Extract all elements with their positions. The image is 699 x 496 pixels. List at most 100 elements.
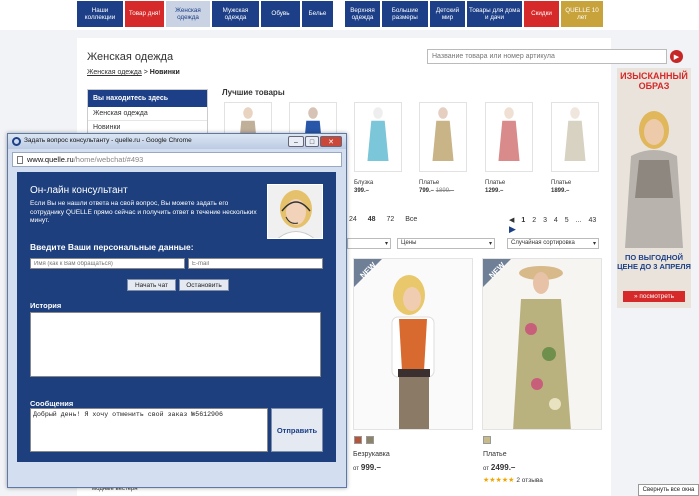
best-product-thumb[interactable]: [419, 102, 467, 172]
breadcrumb-link-women[interactable]: Женская одежда: [87, 69, 142, 76]
best-product-label[interactable]: Платье 799.– 1899.–: [419, 180, 454, 195]
best-product-label[interactable]: Платье 1299.–: [485, 180, 505, 195]
page-link[interactable]: 43: [588, 217, 596, 224]
chevron-down-icon: ▾: [488, 241, 492, 247]
color-swatch-olive[interactable]: [366, 436, 374, 444]
best-product-label[interactable]: Блузка 399.–: [354, 180, 373, 195]
product-image: NEW: [354, 259, 472, 429]
per-page-48[interactable]: 48: [368, 216, 376, 223]
nav-item[interactable]: Товары для дома и дачи: [467, 1, 523, 27]
chat-popup-window: Задать вопрос консультанту - quelle.ru -…: [7, 133, 347, 488]
nav-item[interactable]: Товар дня!: [125, 1, 165, 27]
price-value: 2499.–: [490, 463, 516, 472]
banner-title: ИЗЫСКАННЫЙ ОБРАЗ: [620, 71, 688, 91]
page-link[interactable]: 4: [554, 217, 558, 224]
page-link[interactable]: 5: [565, 217, 569, 224]
product-image: [367, 107, 389, 161]
top-navigation: Наши коллекции Товар дня! Женская одежда Му…: [0, 0, 699, 30]
send-button[interactable]: Отправить: [271, 408, 323, 452]
chrome-search-icon: [12, 137, 21, 146]
banner-offer: ПО ВЫГОДНОЙ ЦЕНЕ ДО 3 АПРЕЛЯ: [617, 253, 691, 271]
chat-history[interactable]: [30, 312, 321, 377]
nav-item[interactable]: Женская одежда: [166, 1, 211, 27]
product-card[interactable]: NEW: [482, 258, 602, 430]
promo-banner[interactable]: ИЗЫСКАННЫЙ ОБРАЗ ПО ВЫГОДНОЙ ЦЕНЕ ДО 3 А…: [617, 68, 691, 308]
rating: ★★★★★ 2 отзыва: [483, 476, 543, 484]
page-link[interactable]: 1: [521, 217, 525, 224]
maximize-icon[interactable]: □: [305, 136, 319, 147]
nav-item[interactable]: Белье: [302, 1, 334, 27]
start-chat-button[interactable]: Начать чат: [127, 279, 176, 291]
nav-item[interactable]: Наши коллекции: [77, 1, 124, 27]
close-icon[interactable]: ✕: [320, 136, 342, 147]
product-price: 1299.–: [485, 187, 504, 194]
per-page-all[interactable]: Все: [405, 216, 417, 223]
sidebar-item-women[interactable]: Женская одежда: [88, 107, 207, 121]
banner-view-button[interactable]: » посмотреть: [623, 291, 685, 302]
reviews-link[interactable]: 2 отзыва: [516, 477, 543, 484]
price-filter-select[interactable]: Цены ▾: [397, 238, 495, 249]
pager-next-icon[interactable]: ▶: [509, 224, 516, 234]
sidebar-item-label: Новинки: [93, 124, 121, 131]
color-swatch-rust[interactable]: [354, 436, 362, 444]
pagination: ◀ 1 2 3 4 5 ... 43 ▶: [509, 216, 611, 235]
per-page-24[interactable]: 24: [349, 216, 357, 223]
product-price: от 2499.–: [483, 463, 515, 472]
price-prefix: от: [483, 466, 489, 472]
product-price: от 999.–: [353, 463, 381, 472]
name-input[interactable]: [30, 258, 185, 269]
nav-item[interactable]: Скидки: [524, 1, 560, 27]
product-name: Платье: [419, 180, 440, 186]
consultant-avatar: [267, 184, 323, 239]
per-page-selector: 24 48 72 Все: [349, 216, 426, 223]
nav-item[interactable]: Верхняя одежда: [345, 1, 381, 27]
per-page-72[interactable]: 72: [387, 216, 395, 223]
url-path: /home/webchat/#493: [73, 155, 144, 164]
product-name[interactable]: Безрукавка: [353, 451, 390, 458]
product-name: Платье: [551, 180, 572, 186]
best-product-label[interactable]: Платье 1899.–: [551, 180, 571, 195]
color-swatch-print[interactable]: [483, 436, 491, 444]
best-product-thumb[interactable]: [354, 102, 402, 172]
sidebar-heading: Вы находитесь здесь: [88, 90, 207, 107]
personal-data-heading: Введите Ваши персональные данные:: [30, 242, 194, 252]
product-image: [432, 107, 454, 161]
page-ellipsis: ...: [575, 217, 582, 224]
product-image: NEW: [483, 259, 601, 429]
minimize-icon[interactable]: –: [288, 136, 304, 147]
page-link[interactable]: 2: [532, 217, 536, 224]
chat-panel: Он-лайн консультант Если Вы не нашли отв…: [17, 172, 336, 462]
sidebar: Вы находитесь здесь Женская одежда Новин…: [87, 89, 208, 139]
minimize-all-windows-button[interactable]: Свернуть все окна: [638, 484, 699, 496]
window-title: Задать вопрос консультанту - quelle.ru -…: [24, 137, 192, 144]
star-rating-icon: ★★★★★: [483, 477, 515, 484]
chevron-down-icon: ▾: [592, 241, 596, 247]
nav-item[interactable]: Мужская одежда: [212, 1, 260, 27]
page-link[interactable]: 3: [543, 217, 547, 224]
product-name[interactable]: Платье: [483, 451, 507, 458]
filter-select-partial[interactable]: ▾: [347, 238, 391, 249]
address-bar[interactable]: www.quelle.ru/home/webchat/#493: [12, 152, 342, 167]
email-input[interactable]: [188, 258, 323, 269]
sort-select[interactable]: Случайная сортировка ▾: [507, 238, 599, 249]
chat-intro: Если Вы не нашли ответа на свой вопрос, …: [30, 200, 257, 225]
search-input[interactable]: [427, 49, 667, 64]
product-name: Блузка: [354, 180, 374, 186]
breadcrumb: Женская одежда > Новинки: [87, 69, 180, 76]
best-product-thumb[interactable]: [485, 102, 533, 172]
pager-prev-icon[interactable]: ◀: [509, 217, 514, 224]
product-card[interactable]: NEW: [353, 258, 473, 430]
nav-item[interactable]: Обувь: [261, 1, 301, 27]
product-price: 399.–: [354, 187, 370, 194]
best-product-thumb[interactable]: [551, 102, 599, 172]
nav-item[interactable]: Большие размеры: [382, 1, 429, 27]
message-input[interactable]: Добрый день! Я хочу отменить свой заказ …: [30, 408, 268, 452]
nav-item[interactable]: Детский мир: [430, 1, 466, 27]
breadcrumb-current: Новинки: [149, 69, 180, 76]
search-go-icon[interactable]: ▶: [670, 50, 683, 63]
url-host: www.quelle.ru: [27, 155, 74, 164]
banner-image: [625, 111, 683, 248]
nav-item[interactable]: QUELLE 10 лет: [561, 1, 604, 27]
messages-label: Сообщения: [30, 399, 74, 408]
stop-chat-button[interactable]: Остановить: [179, 279, 229, 291]
